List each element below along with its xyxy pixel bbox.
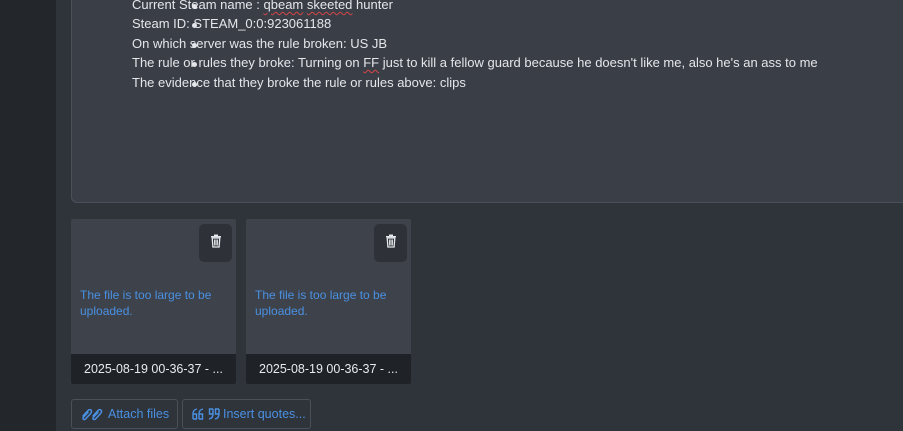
attachment-filename: 2025-08-19 00-36-37 - ...: [246, 354, 411, 384]
delete-attachment-button[interactable]: [199, 224, 232, 262]
upload-error-message: The file is too large to be uploaded.: [255, 288, 387, 318]
text-run: The rule or rules they broke: Turning on: [132, 55, 364, 70]
attachment-card: The file is too large to be uploaded. 20…: [71, 219, 236, 384]
quote-icon: [191, 407, 221, 421]
upload-error-message: The file is too large to be uploaded.: [80, 288, 212, 318]
text-run: hunter: [352, 0, 393, 12]
text-run: just to kill a fellow guard because he d…: [379, 55, 818, 70]
misspelled-word: FF: [363, 55, 380, 70]
trash-icon: [210, 234, 222, 253]
attachment-filename: 2025-08-19 00-36-37 - ...: [71, 354, 236, 384]
attach-files-label: Attach files: [108, 407, 170, 421]
text-run: Steam ID: STEAM_0:0:923061188: [132, 16, 332, 31]
paperclip-icon: [80, 407, 106, 421]
misspelled-word: qbeam: [263, 0, 304, 12]
misspelled-word: skeeted: [306, 0, 353, 12]
text-run: The evidence that they broke the rule or…: [132, 75, 466, 90]
editor-line: The rule or rules they broke: Turning on…: [132, 54, 818, 71]
delete-attachment-button[interactable]: [374, 224, 407, 262]
attachment-card: The file is too large to be uploaded. 20…: [246, 219, 411, 384]
editor-line: Current Steam name : qbeam skeeted hunte…: [132, 0, 393, 13]
trash-icon: [385, 234, 397, 253]
insert-quotes-label: Insert quotes...: [223, 407, 306, 421]
message-editor[interactable]: Current Steam name : qbeam skeeted hunte…: [71, 0, 903, 203]
left-gutter: [0, 0, 56, 431]
editor-line: Steam ID: STEAM_0:0:923061188: [132, 15, 331, 32]
editor-line: On which server was the rule broken: US …: [132, 35, 387, 52]
attach-files-button[interactable]: Attach files: [71, 399, 178, 429]
text-run: Current Steam name :: [132, 0, 264, 12]
editor-line: The evidence that they broke the rule or…: [132, 74, 466, 91]
text-run: On which server was the rule broken: US …: [132, 36, 388, 51]
insert-quotes-button[interactable]: Insert quotes...: [182, 399, 311, 429]
